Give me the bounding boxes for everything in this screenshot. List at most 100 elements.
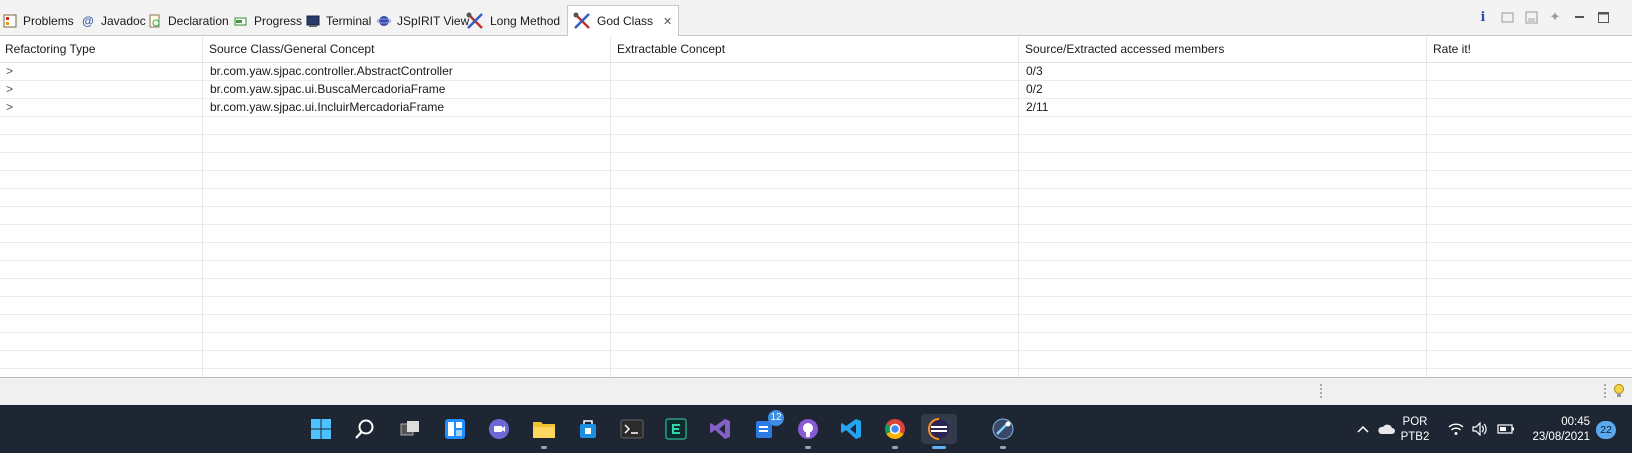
windows-start-icon[interactable] — [306, 414, 336, 444]
minimize-icon[interactable] — [1572, 10, 1586, 24]
info-icon[interactable]: i — [1476, 10, 1490, 25]
column-header-accessed-members[interactable]: Source/Extracted accessed members — [1020, 37, 1426, 62]
notification-count-badge[interactable]: 22 — [1596, 421, 1616, 439]
table-row[interactable]: > br.com.yaw.sjpac.ui.BuscaMercadoriaFra… — [0, 81, 1632, 99]
chrome-icon[interactable] — [880, 414, 910, 449]
expand-chevron-icon[interactable]: > — [6, 99, 13, 116]
empty-row — [0, 207, 1632, 225]
vscode-icon[interactable] — [836, 414, 866, 444]
tray-chevron-up-icon[interactable] — [1356, 405, 1370, 453]
table-row[interactable]: > br.com.yaw.sjpac.ui.IncluirMercadoriaF… — [0, 99, 1632, 117]
tab-label: Progress — [254, 14, 303, 28]
todo-badge: 12 — [768, 410, 784, 426]
jspirit-icon — [376, 13, 392, 29]
expand-chevron-icon[interactable]: > — [6, 63, 13, 80]
status-separator — [1320, 384, 1324, 398]
tab-problems[interactable]: Problems — [2, 6, 74, 36]
rate-cell[interactable] — [1426, 99, 1632, 116]
language-code: POR — [1402, 416, 1428, 428]
tab-label: JSpIRIT View — [397, 14, 470, 28]
column-header-rate-it[interactable]: Rate it! — [1428, 37, 1632, 62]
problems-icon — [2, 13, 18, 29]
empty-row — [0, 369, 1632, 377]
battery-icon[interactable] — [1497, 405, 1515, 453]
empty-row — [0, 297, 1632, 315]
empty-row — [0, 189, 1632, 207]
save-icon[interactable] — [1524, 10, 1538, 24]
tab-javadoc[interactable]: @ Javadoc — [80, 6, 146, 36]
accessed-members-cell: 0/3 — [1026, 64, 1043, 78]
rate-cell[interactable] — [1426, 63, 1632, 80]
table-row[interactable]: > br.com.yaw.sjpac.controller.AbstractCo… — [0, 63, 1632, 81]
input-language-indicator[interactable]: POR PTB2 — [1398, 415, 1432, 445]
view-toolbar: i ✦ — [1476, 9, 1610, 25]
source-class-cell: br.com.yaw.sjpac.controller.AbstractCont… — [210, 64, 453, 78]
editor-icon[interactable] — [661, 414, 691, 444]
tab-label: Javadoc — [101, 14, 146, 28]
store-icon[interactable] — [573, 414, 603, 444]
terminal-icon — [305, 13, 321, 29]
accessed-members-cell: 2/11 — [1026, 100, 1049, 114]
tab-terminal[interactable]: Terminal — [305, 6, 371, 36]
close-icon[interactable]: ✕ — [663, 15, 672, 28]
eclipse-icon[interactable] — [921, 414, 957, 449]
windows-taskbar: 12 POR PTB2 00:45 23/08/2021 22 — [0, 405, 1632, 453]
lightbulb-icon[interactable] — [1612, 383, 1626, 402]
volume-icon[interactable] — [1472, 405, 1490, 453]
task-view-icon[interactable] — [395, 414, 425, 444]
github-desktop-icon[interactable] — [793, 414, 823, 449]
file-explorer-icon[interactable] — [529, 414, 559, 449]
search-icon[interactable] — [350, 414, 380, 444]
onedrive-icon[interactable] — [1377, 405, 1395, 453]
maximize-icon[interactable] — [1596, 10, 1610, 24]
column-header-refactoring-type[interactable]: Refactoring Type — [0, 37, 202, 62]
visual-studio-icon[interactable] — [705, 414, 735, 444]
god-class-table: Refactoring Type Source Class/General Co… — [0, 37, 1632, 378]
clock-date: 23/08/2021 — [1532, 431, 1590, 443]
empty-rows — [0, 117, 1632, 377]
keyboard-layout: PTB2 — [1400, 431, 1430, 443]
empty-row — [0, 225, 1632, 243]
clock-time: 00:45 — [1561, 416, 1590, 428]
tab-label: God Class — [597, 14, 654, 28]
progress-icon — [233, 13, 249, 29]
declaration-icon — [147, 13, 163, 29]
empty-row — [0, 171, 1632, 189]
javadoc-icon: @ — [82, 14, 94, 28]
tools-icon — [572, 11, 592, 31]
tab-label: Problems — [23, 14, 74, 28]
empty-row — [0, 333, 1632, 351]
column-header-extractable-concept[interactable]: Extractable Concept — [612, 37, 1018, 62]
teams-chat-icon[interactable] — [484, 414, 514, 444]
tab-progress[interactable]: Progress — [233, 6, 302, 36]
empty-row — [0, 153, 1632, 171]
empty-row — [0, 135, 1632, 153]
column-header-source-class[interactable]: Source Class/General Concept — [204, 37, 610, 62]
empty-row — [0, 261, 1632, 279]
view-tab-bar: Problems @ Javadoc Declaration Progress T… — [0, 0, 1632, 36]
system-clock[interactable]: 00:45 23/08/2021 — [1526, 415, 1590, 445]
wifi-icon[interactable] — [1448, 405, 1464, 453]
status-bar — [0, 378, 1632, 405]
extractable-concept-cell — [610, 99, 1018, 116]
source-class-cell: br.com.yaw.sjpac.ui.IncluirMercadoriaFra… — [210, 100, 445, 114]
empty-row — [0, 351, 1632, 369]
rate-cell[interactable] — [1426, 81, 1632, 98]
tab-label: Declaration — [168, 14, 229, 28]
accessed-members-cell: 0/2 — [1026, 82, 1043, 96]
tab-god-class[interactable]: God Class ✕ — [567, 5, 680, 36]
pin-icon[interactable]: ✦ — [1548, 9, 1562, 24]
widgets-icon[interactable] — [440, 414, 470, 444]
terminal-icon[interactable] — [617, 414, 647, 444]
tab-declaration[interactable]: Declaration — [147, 6, 229, 36]
tab-jspirit-view[interactable]: JSpIRIT View — [376, 6, 469, 36]
extractable-concept-cell — [610, 63, 1018, 80]
todo-icon[interactable]: 12 — [750, 410, 784, 444]
extractable-concept-cell — [610, 81, 1018, 98]
tab-long-method[interactable]: Long Method — [465, 6, 560, 36]
source-class-cell: br.com.yaw.sjpac.ui.BuscaMercadoriaFrame — [210, 82, 446, 96]
expand-chevron-icon[interactable]: > — [6, 81, 13, 98]
eclipse-alt-icon[interactable] — [988, 414, 1018, 449]
tab-label: Long Method — [490, 14, 561, 28]
restore-icon[interactable] — [1500, 10, 1514, 24]
